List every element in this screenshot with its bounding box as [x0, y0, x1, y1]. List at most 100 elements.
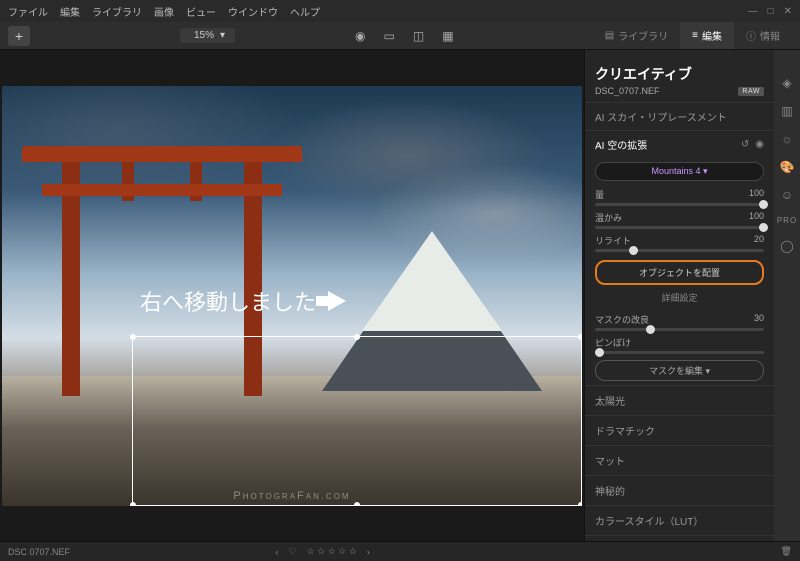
visibility-icon[interactable]: ◉	[755, 139, 764, 150]
slider-track[interactable]	[595, 328, 764, 331]
preset-sunlight[interactable]: 太陽光	[585, 385, 774, 415]
sun-icon[interactable]: ☼	[782, 132, 793, 146]
tab-edit-label: 編集	[702, 28, 722, 43]
edit-mask-label: マスクを編集	[649, 366, 703, 376]
menu-window[interactable]: ウインドウ	[228, 4, 278, 19]
slider-thumb[interactable]	[595, 348, 604, 357]
slider-thumb[interactable]	[629, 246, 638, 255]
section-ai-sky-expand[interactable]: AI 空の拡張 ↺ ◉	[585, 130, 774, 158]
selection-box[interactable]	[132, 336, 582, 506]
slider-track[interactable]	[595, 249, 764, 252]
selection-handle[interactable]	[130, 334, 136, 340]
overlay-text-label: 右へ移動しました	[140, 285, 316, 317]
preset-lut[interactable]: カラースタイル（LUT）	[585, 505, 774, 535]
main-area: PhotograFan.com 右へ移動しました クリエイティブ DSC_070…	[0, 50, 800, 541]
slider-mask-improve: マスクの改良 30	[585, 310, 774, 333]
slider-value: 100	[749, 188, 764, 201]
menu-help[interactable]: ヘルプ	[290, 4, 320, 19]
slider-track[interactable]	[595, 351, 764, 354]
panel-title: クリエイティブ	[585, 60, 774, 86]
sky-preset-dropdown[interactable]: Mountains 4 ▾	[595, 162, 764, 181]
preset-dramatic[interactable]: ドラマチック	[585, 415, 774, 445]
slider-amount: 量 100	[585, 185, 774, 208]
reset-icon[interactable]: ↺	[741, 139, 749, 150]
top-toolbar: + 15% ▾ ◉ ▭ ◫ ▦ ▤ ライブラリ ≡ 編集 ⓘ 情報	[0, 22, 800, 50]
tab-info-label: 情報	[760, 28, 780, 43]
prev-icon[interactable]: ‹	[275, 547, 278, 557]
watermark: PhotograFan.com	[233, 490, 350, 502]
selection-handle[interactable]	[130, 502, 136, 506]
eye-icon[interactable]: ◉	[355, 29, 365, 43]
selection-handle[interactable]	[354, 502, 360, 506]
palette-icon[interactable]: 🎨	[780, 160, 795, 174]
preset-texture[interactable]: テクスチャオーバレイ	[585, 535, 774, 541]
ring-icon[interactable]: ◯	[780, 239, 793, 253]
tab-info[interactable]: ⓘ 情報	[734, 22, 792, 49]
slider-value: 30	[754, 313, 764, 326]
slider-value: 20	[754, 234, 764, 247]
slider-track[interactable]	[595, 203, 764, 206]
dropdown-value: Mountains 4	[651, 166, 700, 176]
edit-panel: クリエイティブ DSC_0707.NEF RAW AI スカイ・リプレースメント…	[584, 50, 774, 541]
close-icon[interactable]: ✕	[784, 6, 792, 17]
slider-track[interactable]	[595, 226, 764, 229]
tool-strip: ◈ ▥ ☼ 🎨 ☺ PRO ◯	[774, 50, 800, 541]
compare-icon[interactable]: ▭	[384, 29, 395, 43]
chevron-down-icon: ▾	[703, 166, 708, 176]
info-icon: ⓘ	[746, 28, 756, 43]
filename-text: DSC_0707.NEF	[595, 86, 660, 96]
window-controls: — □ ✕	[748, 6, 792, 17]
next-icon[interactable]: ›	[367, 547, 370, 557]
slider-thumb[interactable]	[759, 223, 768, 232]
adjust-icon[interactable]: ▥	[781, 104, 792, 118]
tab-library-label: ライブラリ	[618, 28, 668, 43]
menu-view[interactable]: ビュー	[186, 4, 216, 19]
raw-badge: RAW	[738, 87, 764, 96]
menu-library[interactable]: ライブラリ	[92, 4, 142, 19]
rating-stars[interactable]: ☆ ☆ ☆ ☆ ☆	[306, 546, 356, 557]
edit-mask-button[interactable]: マスクを編集 ▾	[595, 360, 764, 381]
split-icon[interactable]: ◫	[413, 29, 424, 43]
slider-label: マスクの改良	[595, 313, 649, 326]
slider-thumb[interactable]	[759, 200, 768, 209]
layers-icon[interactable]: ◈	[782, 76, 791, 90]
slider-thumb[interactable]	[646, 325, 655, 334]
menu-edit[interactable]: 編集	[60, 4, 80, 19]
selection-handle[interactable]	[354, 334, 360, 340]
selection-handle[interactable]	[578, 334, 582, 340]
portrait-icon[interactable]: ☺	[781, 188, 793, 202]
slider-label: 量	[595, 188, 604, 201]
zoom-dropdown[interactable]: 15% ▾	[180, 28, 235, 43]
toolbar-view-icons: ◉ ▭ ◫ ▦	[355, 29, 454, 43]
trash-icon[interactable]: 🗑	[781, 546, 792, 557]
slider-blur: ピンぼけ	[585, 333, 774, 356]
menu-file[interactable]: ファイル	[8, 4, 48, 19]
tab-edit[interactable]: ≡ 編集	[680, 22, 734, 49]
place-object-button[interactable]: オブジェクトを配置	[595, 260, 764, 285]
sliders-icon: ≡	[692, 30, 698, 41]
workspace-tabs: ▤ ライブラリ ≡ 編集 ⓘ 情報	[593, 22, 792, 49]
favorite-icon[interactable]: ♡	[288, 546, 296, 557]
grid-icon[interactable]: ▦	[442, 29, 453, 43]
status-icons: ‹ ♡ ☆ ☆ ☆ ☆ ☆ ›	[275, 546, 369, 557]
preset-list: 太陽光 ドラマチック マット 神秘的 カラースタイル（LUT） テクスチャオーバ…	[585, 385, 774, 541]
slider-value: 100	[749, 211, 764, 224]
pro-label[interactable]: PRO	[777, 216, 797, 225]
selection-handle[interactable]	[578, 502, 582, 506]
detail-settings-link[interactable]: 詳細設定	[585, 289, 774, 310]
canvas[interactable]: PhotograFan.com 右へ移動しました	[0, 50, 584, 541]
tab-library[interactable]: ▤ ライブラリ	[593, 22, 680, 49]
zoom-value: 15%	[194, 30, 214, 41]
preset-matte[interactable]: マット	[585, 445, 774, 475]
minimize-icon[interactable]: —	[748, 6, 758, 17]
slider-warmth: 温かみ 100	[585, 208, 774, 231]
slider-label: 温かみ	[595, 211, 622, 224]
status-bar: DSC 0707.NEF ‹ ♡ ☆ ☆ ☆ ☆ ☆ › 🗑	[0, 541, 800, 561]
section-ai-sky-replace[interactable]: AI スカイ・リプレースメント	[585, 102, 774, 130]
add-button[interactable]: +	[8, 26, 30, 46]
menu-bar: ファイル 編集 ライブラリ 画像 ビュー ウインドウ ヘルプ — □ ✕	[0, 0, 800, 22]
preset-mystical[interactable]: 神秘的	[585, 475, 774, 505]
menu-image[interactable]: 画像	[154, 4, 174, 19]
maximize-icon[interactable]: □	[768, 6, 774, 17]
library-icon: ▤	[605, 30, 614, 41]
